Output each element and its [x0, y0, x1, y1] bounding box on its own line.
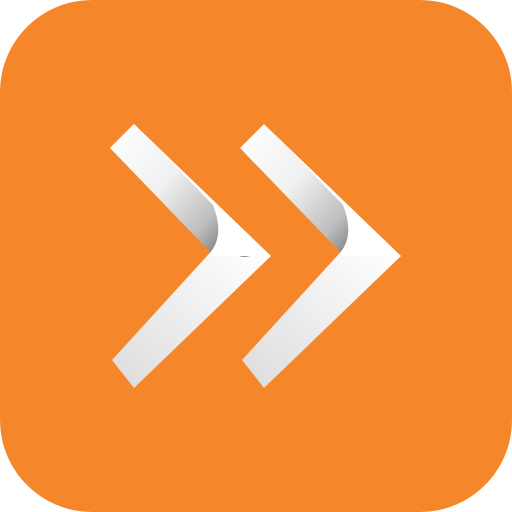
fast-forward-icon[interactable] — [0, 0, 512, 512]
app-icon-canvas — [0, 0, 512, 512]
